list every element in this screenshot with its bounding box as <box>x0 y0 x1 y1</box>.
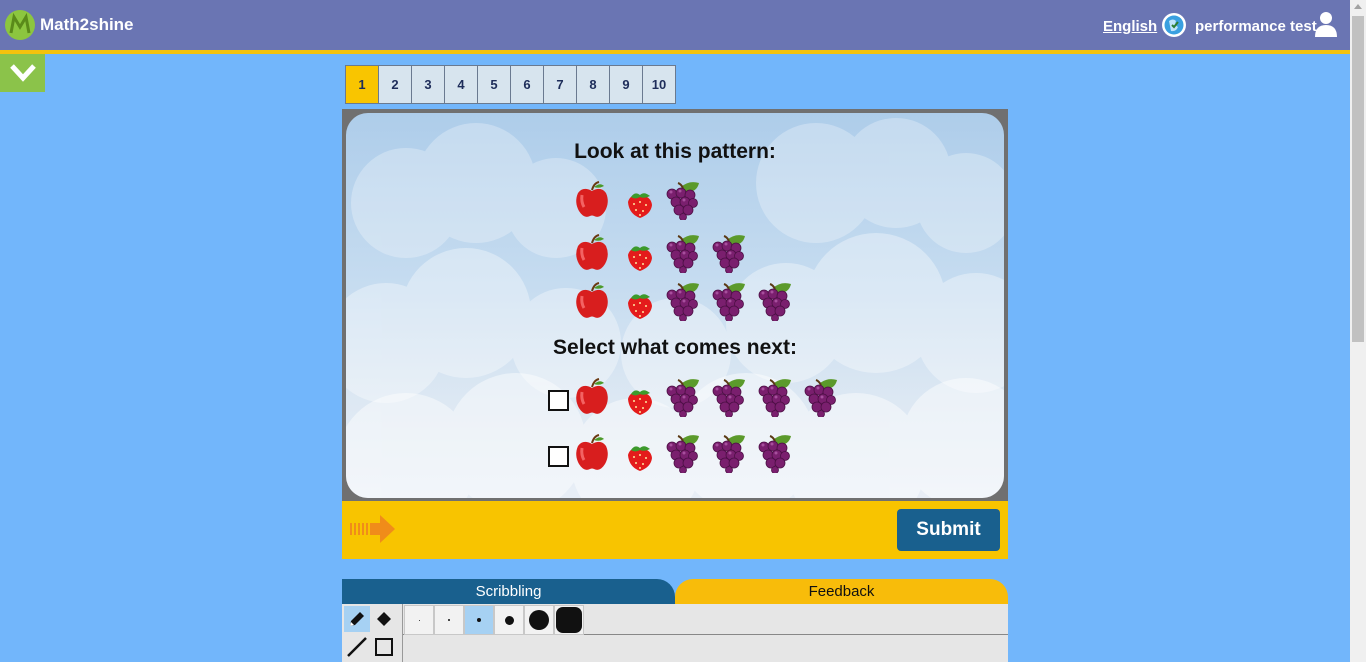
strawberry-icon <box>620 377 658 417</box>
user-icon[interactable] <box>1314 11 1338 37</box>
rectangle-icon[interactable] <box>371 634 397 660</box>
submit-button[interactable]: Submit <box>897 509 1000 551</box>
question-tabs: 1 2 3 4 5 6 7 8 9 10 <box>345 65 676 104</box>
strawberry-icon <box>620 180 658 220</box>
apple-icon <box>573 180 611 220</box>
grapes-icon <box>757 281 795 322</box>
question-tab-9[interactable]: 9 <box>609 65 643 104</box>
top-bar: Math2shine English performance test <box>0 0 1350 54</box>
grapes-icon <box>757 377 795 418</box>
pattern-prompt: Look at this pattern: <box>574 140 776 163</box>
chevron-down-icon <box>9 64 36 82</box>
brush-dot-m <box>477 618 481 622</box>
question-tab-4[interactable]: 4 <box>444 65 478 104</box>
grapes-icon <box>711 281 749 322</box>
grapes-icon <box>711 433 749 474</box>
brush-dot-s <box>448 619 450 621</box>
brush-dot-xl <box>529 610 549 630</box>
line-icon[interactable] <box>344 634 370 660</box>
brush-dot-l <box>504 615 514 625</box>
grapes-icon <box>757 433 795 474</box>
option-2-checkbox[interactable] <box>548 446 569 467</box>
question-tab-10[interactable]: 10 <box>642 65 676 104</box>
brush-size-s[interactable] <box>434 605 464 635</box>
username[interactable]: performance test <box>1195 18 1317 35</box>
brush-size-xs[interactable] <box>404 605 434 635</box>
apple-icon <box>573 433 611 473</box>
strawberry-icon <box>620 233 658 273</box>
scrollbar-thumb[interactable] <box>1352 16 1364 342</box>
globe-icon[interactable] <box>1161 12 1187 38</box>
question-tab-7[interactable]: 7 <box>543 65 577 104</box>
option-1-checkbox[interactable] <box>548 390 569 411</box>
brush-dot-xs <box>418 619 420 621</box>
apple-icon <box>573 233 611 273</box>
tab-scribbling[interactable]: Scribbling <box>342 579 675 604</box>
question-tab-3[interactable]: 3 <box>411 65 445 104</box>
brush-size-m[interactable] <box>464 605 494 635</box>
question-tab-8[interactable]: 8 <box>576 65 610 104</box>
grapes-icon <box>665 233 703 274</box>
grapes-icon <box>665 433 703 474</box>
tab-feedback[interactable]: Feedback <box>675 579 1008 604</box>
next-arrow-icon[interactable] <box>350 514 396 544</box>
grapes-icon <box>665 281 703 322</box>
pencil-icon[interactable] <box>344 606 370 632</box>
strawberry-icon <box>620 281 658 321</box>
grapes-icon <box>711 377 749 418</box>
question-tab-5[interactable]: 5 <box>477 65 511 104</box>
scroll-up-arrow-icon[interactable] <box>1354 4 1362 9</box>
select-prompt: Select what comes next: <box>553 336 797 359</box>
question-tab-2[interactable]: 2 <box>378 65 412 104</box>
strawberry-icon <box>620 433 658 473</box>
apple-icon <box>573 281 611 321</box>
eraser-icon[interactable] <box>371 606 397 632</box>
brand-name[interactable]: Math2shine <box>40 15 134 35</box>
brush-size-l[interactable] <box>494 605 524 635</box>
sidebar-toggle-button[interactable] <box>0 54 45 92</box>
grapes-icon <box>803 377 841 418</box>
math2shine-logo-icon[interactable] <box>5 10 35 40</box>
brush-size-xxl[interactable] <box>554 605 584 635</box>
question-tab-1[interactable]: 1 <box>345 65 379 104</box>
grapes-icon <box>665 377 703 418</box>
grapes-icon <box>711 233 749 274</box>
question-panel: Look at this pattern: Select what comes … <box>346 113 1004 498</box>
grapes-icon <box>665 180 703 221</box>
language-link[interactable]: English <box>1103 18 1157 35</box>
question-tab-6[interactable]: 6 <box>510 65 544 104</box>
apple-icon <box>573 377 611 417</box>
brush-size-xl[interactable] <box>524 605 554 635</box>
brush-dot-xxl <box>556 607 582 633</box>
